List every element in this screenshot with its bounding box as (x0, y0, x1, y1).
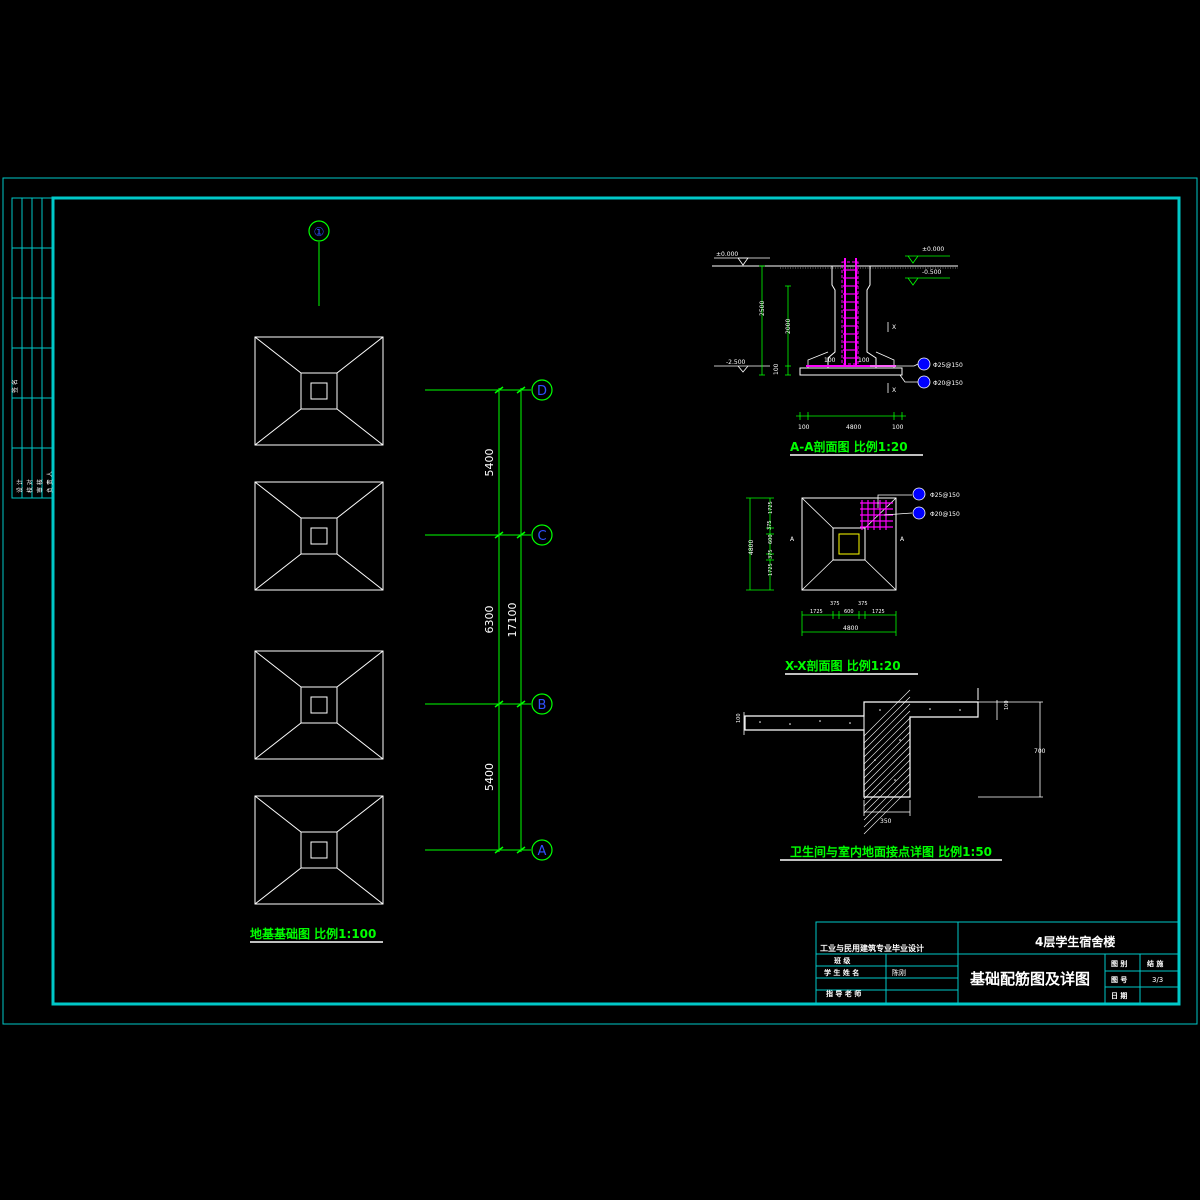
dim-h-total: 2500 (759, 301, 766, 316)
tb-school: 工业与民用建筑专业毕业设计 (820, 943, 924, 953)
xx-top-part: 600 (844, 609, 854, 615)
tb-k2: 图 号 (1111, 975, 1127, 984)
axis-bubble-label: A (538, 844, 547, 859)
xx-side-part: 600 (768, 534, 774, 544)
xx-top-part: 375 (830, 601, 840, 607)
sidebar-note: 签 名 (11, 379, 19, 393)
footing-group (254, 336, 384, 905)
tb-v2: 3/3 (1152, 976, 1163, 984)
xx-cut-left: A (790, 536, 795, 543)
elev-right-bot: -0.500 (922, 269, 942, 276)
xx-side-part: 375 (767, 520, 773, 530)
xx-bot-part: 1725 (810, 609, 823, 615)
section-xx: Φ25@150 Φ20@150 A A 4800 1725 375 600 37… (746, 487, 960, 675)
xx-bot-part: 1725 (872, 609, 885, 615)
dim-label: 5400 (483, 449, 496, 477)
tb-k1: 图 别 (1111, 959, 1127, 968)
axis-bubble-label: ① (314, 225, 325, 239)
footing (254, 481, 384, 591)
inner-frame (51, 196, 1181, 1006)
tb-student-name: 陈刚 (892, 968, 906, 977)
dim-h-base: 100 (773, 363, 780, 375)
bot-dim: 4800 (846, 424, 861, 431)
detail-right-dim: 100 (1004, 700, 1010, 710)
xx-top-part: 375 (858, 601, 868, 607)
dim-label: 6300 (483, 606, 496, 634)
rebar-bubble (917, 357, 931, 371)
dim-label: 5400 (483, 763, 496, 791)
section-aa-title: A-A剖面图 比例1:20 (790, 439, 908, 454)
tb-class: 班 级 (834, 956, 851, 965)
tb-k3: 日 期 (1111, 991, 1127, 1000)
detail-width: 350 (880, 818, 892, 825)
left-sidebar (11, 197, 54, 499)
sidebar-note: 校 对 (26, 479, 34, 493)
rebar-label-1: Φ25@150 (933, 362, 963, 369)
tb-project: 4层学生宿舍楼 (1035, 934, 1115, 949)
sidebar-note: 审 核 (36, 479, 44, 493)
footing (254, 795, 384, 905)
detail-title: 卫生间与室内地面接点详图 比例1:50 (790, 844, 992, 859)
axis-bubble-label: B (538, 698, 547, 713)
outer-frame (2, 177, 1198, 1025)
axis-bubble-label: D (537, 384, 547, 399)
detail-left-dim: 100 (736, 713, 742, 723)
sidebar-note: 设 计 (16, 479, 24, 493)
xx-cut-right: A (900, 536, 905, 543)
elev-top: ±0.000 (716, 251, 738, 258)
detail-junction: 100 100 700 350 卫生间与室内地面接点详图 比例1:50 (736, 688, 1046, 861)
step-left: 100 (824, 357, 836, 364)
detail-height: 700 (1034, 748, 1046, 755)
elev-bottom: -2.500 (726, 359, 746, 366)
sidebar-note: 负 责 人 (46, 471, 54, 493)
axis-bubble-label: C (537, 529, 546, 544)
footing (254, 336, 384, 446)
rebar-bubble (912, 506, 926, 520)
xx-side-part: 375 (768, 549, 774, 559)
xx-bot-total: 4800 (843, 625, 858, 632)
cut-mark: X (892, 324, 896, 331)
xx-rebar-1: Φ25@150 (930, 492, 960, 499)
xx-side-total: 4800 (748, 540, 755, 555)
xx-rebar-2: Φ20@150 (930, 511, 960, 518)
top-bubble-group: ① (308, 220, 330, 306)
elev-right-top: ±0.000 (922, 246, 944, 253)
axis-group: D C B A 5400 6300 5400 17100 (425, 379, 553, 861)
tb-v1: 结 施 (1146, 959, 1163, 968)
dim-h-col: 2000 (785, 319, 792, 334)
rebar-bubble (917, 375, 931, 389)
xx-side-part: 1725 (768, 563, 774, 576)
footing (254, 650, 384, 760)
step-right: 100 (858, 357, 870, 364)
tb-drawing: 基础配筋图及详图 (969, 970, 1090, 988)
xx-side-part: 1725 (768, 501, 774, 514)
rebar-label-2: Φ20@150 (933, 380, 963, 387)
plan-title: 地基基础图 比例1:100 (250, 926, 376, 941)
section-aa: ±0.000 ±0.000 -0.500 -2.500 2500 2000 10… (712, 246, 963, 456)
cut-mark: X (892, 387, 896, 394)
bot-dim: 100 (892, 424, 904, 431)
bot-dim: 100 (798, 424, 810, 431)
dim-total-label: 17100 (506, 603, 519, 638)
drawing-sheet: 签 名 设 计 校 对 审 核 负 责 人 ① D C B A 5400 6300 5400… (2, 177, 1198, 1025)
tb-advisor: 指 导 老 师 (826, 989, 861, 998)
rebar-bubble (912, 487, 926, 501)
section-xx-title: X-X剖面图 比例1:20 (785, 658, 901, 673)
tb-student: 学 生 姓 名 (824, 968, 859, 977)
